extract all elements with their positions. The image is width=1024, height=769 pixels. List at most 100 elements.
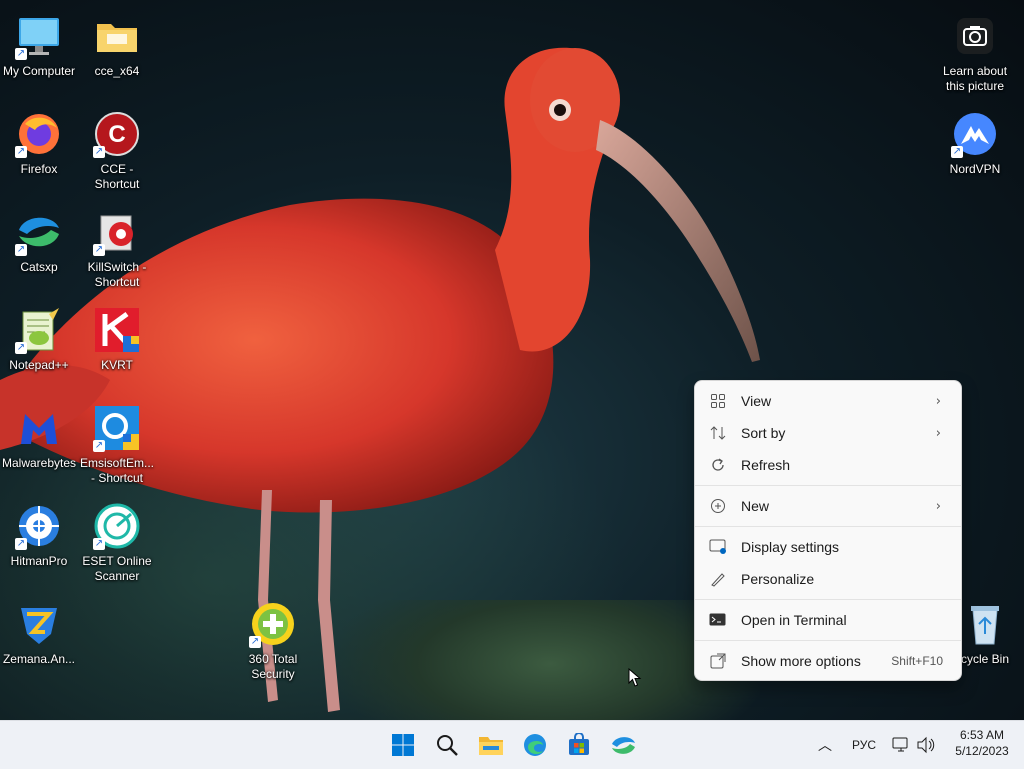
shortcut-arrow-icon: ↗ (15, 146, 27, 158)
desktop-icon-my-computer[interactable]: ↗ My Computer (0, 6, 78, 102)
svg-text:C: C (108, 121, 125, 148)
chevron-up-icon: ︿ (818, 738, 832, 754)
file-explorer-button[interactable] (477, 731, 505, 759)
file-explorer-icon (479, 737, 503, 755)
catsxp-taskbar-button[interactable] (609, 731, 637, 759)
windows-logo-icon (392, 734, 414, 756)
menu-separator (695, 485, 961, 486)
edge-button[interactable] (521, 731, 549, 759)
search-icon (437, 735, 458, 756)
cce-icon: C ↗ (93, 110, 141, 158)
desktop-context-menu: View › Sort by › Refresh New › Display s… (694, 380, 962, 681)
search-button[interactable] (433, 731, 461, 759)
desktop-icon-notepadpp[interactable]: ↗ Notepad++ (0, 300, 78, 396)
desktop-icon-label: NordVPN (949, 162, 1001, 176)
desktop-icon-cce-x64[interactable]: cce_x64 (78, 6, 156, 102)
desktop-icon-killswitch[interactable]: ↗ KillSwitch - Shortcut (78, 202, 156, 298)
menu-item-view[interactable]: View › (699, 386, 957, 416)
sort-icon (709, 424, 727, 442)
desktop-icon-label: Catsxp (20, 260, 58, 274)
shortcut-arrow-icon: ↗ (15, 48, 27, 60)
desktop-icon-label: cce_x64 (94, 64, 140, 78)
desktop-icon-malwarebytes[interactable]: Malwarebytes (0, 398, 78, 494)
taskbar: ︿ РУС 6:53 AM 5/12/2023 (0, 720, 1024, 769)
menu-separator (695, 640, 961, 641)
menu-item-label: View (741, 393, 772, 409)
catsxp-icon: ↗ (15, 208, 63, 256)
hitmanpro-icon: ↗ (15, 502, 63, 550)
menu-item-label: Sort by (741, 425, 786, 441)
menu-item-label: Open in Terminal (741, 612, 847, 628)
start-button[interactable] (389, 731, 417, 759)
menu-item-personalize[interactable]: Personalize (699, 564, 957, 594)
desktop-icon-zemana[interactable]: Zemana.An... (0, 594, 78, 690)
emsisoft-icon: ↗ (93, 404, 141, 452)
brush-icon (709, 570, 727, 588)
menu-item-shortcut: Shift+F10 (891, 654, 943, 668)
menu-item-refresh[interactable]: Refresh (699, 450, 957, 480)
notepadpp-icon: ↗ (15, 306, 63, 354)
menu-separator (695, 599, 961, 600)
shortcut-arrow-icon: ↗ (93, 146, 105, 158)
speaker-icon (917, 736, 935, 754)
menu-item-label: Display settings (741, 539, 840, 555)
menu-item-sort-by[interactable]: Sort by › (699, 418, 957, 448)
monitor-icon: ↗ (15, 12, 63, 60)
malwarebytes-icon (15, 404, 63, 452)
display-icon (709, 538, 727, 556)
store-icon (569, 733, 589, 755)
kvrt-icon (93, 306, 141, 354)
desktop-icon-nordvpn[interactable]: ↗ NordVPN (936, 104, 1014, 200)
menu-item-show-more-options[interactable]: Show more options Shift+F10 (699, 646, 957, 676)
desktop-icon-label: Zemana.An... (2, 652, 76, 666)
terminal-icon (709, 611, 727, 629)
shortcut-arrow-icon: ↗ (15, 244, 27, 256)
desktop-icon-label: Notepad++ (9, 358, 69, 372)
desktop-icon-label: HitmanPro (10, 554, 68, 568)
desktop-icon-label: KillSwitch - Shortcut (87, 260, 147, 289)
menu-separator (695, 526, 961, 527)
volume-button[interactable] (912, 731, 940, 759)
plus-circle-icon (709, 497, 727, 515)
clock-time: 6:53 AM (959, 728, 1005, 742)
shortcut-arrow-icon: ↗ (15, 342, 27, 354)
desktop-icon-label: CCE - Shortcut (94, 162, 140, 191)
menu-item-label: New (741, 498, 770, 514)
desktop-icon-learn-about-picture[interactable]: Learn about this picture (936, 6, 1014, 102)
language-indicator[interactable]: РУС (852, 738, 876, 752)
store-button[interactable] (565, 731, 593, 759)
desktop-background: ↗ My Computer ↗ Firefox ↗ Catsxp ↗ Notep… (0, 0, 1024, 720)
desktop-icon-eset[interactable]: ↗ ESET Online Scanner (78, 496, 156, 592)
desktop-icon-label: EmsisoftEm... - Shortcut (79, 456, 154, 485)
menu-item-label: Refresh (741, 457, 791, 473)
desktop-icon-label: KVRT (101, 358, 133, 372)
desktop-icon-firefox[interactable]: ↗ Firefox (0, 104, 78, 200)
360-security-icon: ↗ (249, 600, 297, 648)
recycle-bin-icon (961, 600, 1009, 648)
folder-icon (93, 12, 141, 60)
desktop-icon-cce-shortcut[interactable]: C ↗ CCE - Shortcut (78, 104, 156, 200)
killswitch-icon: ↗ (93, 208, 141, 256)
clock[interactable]: 6:53 AM 5/12/2023 (944, 728, 1020, 758)
desktop-icon-catsxp[interactable]: ↗ Catsxp (0, 202, 78, 298)
firefox-icon: ↗ (15, 110, 63, 158)
camera-icon (951, 12, 999, 60)
menu-item-label: Personalize (741, 571, 815, 587)
clock-date: 5/12/2023 (955, 744, 1009, 758)
desktop-icon-emsisoft[interactable]: ↗ EmsisoftEm... - Shortcut (78, 398, 156, 494)
eset-icon: ↗ (93, 502, 141, 550)
catsxp-icon (612, 737, 635, 754)
desktop-icon-label: 360 Total Security (248, 652, 298, 681)
desktop-icon-label: ESET Online Scanner (82, 554, 152, 583)
shortcut-arrow-icon: ↗ (93, 440, 105, 452)
show-hidden-icons-button[interactable]: ︿ (811, 731, 839, 759)
desktop-icon-kvrt[interactable]: KVRT (78, 300, 156, 396)
menu-item-display-settings[interactable]: Display settings (699, 532, 957, 562)
menu-item-open-in-terminal[interactable]: Open in Terminal (699, 605, 957, 635)
desktop-icon-360-total-security[interactable]: ↗ 360 Total Security (234, 594, 312, 690)
menu-item-new[interactable]: New › (699, 491, 957, 521)
desktop-icon-hitmanpro[interactable]: ↗ HitmanPro (0, 496, 78, 592)
desktop-icon-label: Firefox (20, 162, 58, 176)
chevron-right-icon: › (935, 498, 941, 514)
desktop-icon-label: My Computer (2, 64, 76, 78)
